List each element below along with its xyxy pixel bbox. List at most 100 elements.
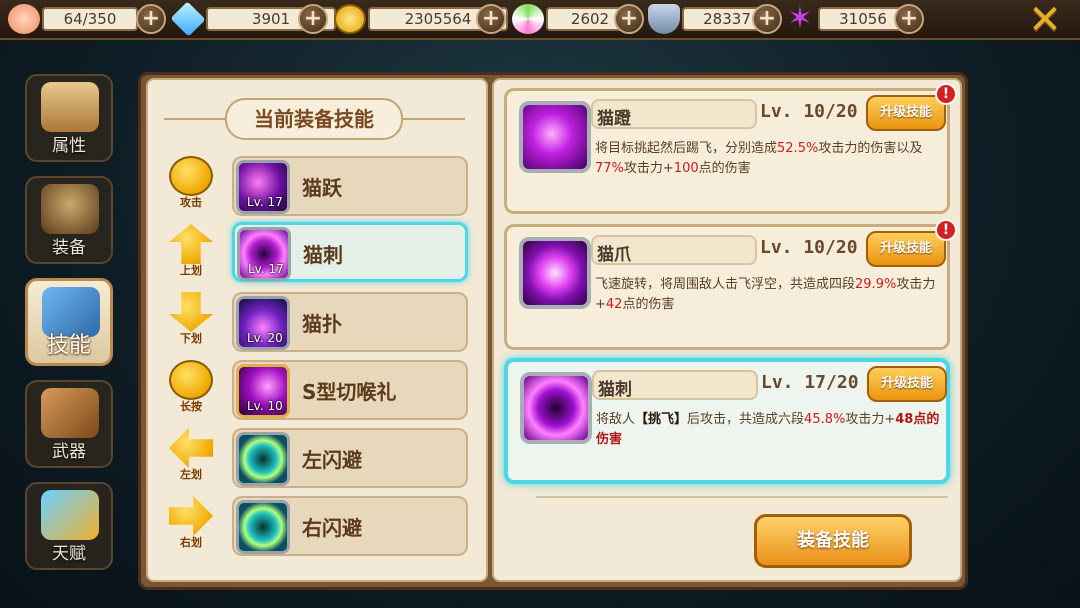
skill-level: Lv. 17 bbox=[247, 195, 283, 209]
trigger-attack: 攻击 bbox=[165, 156, 217, 209]
upgrade-skill-button[interactable]: 升级技能 bbox=[867, 366, 947, 402]
card-description: 将敌人【挑飞】后攻击，共造成六段45.8%攻击力+48点的伤害 bbox=[596, 410, 942, 450]
card-skill-level: Lv. 10/20 bbox=[760, 237, 858, 258]
skill-name: 猫跃 bbox=[302, 176, 342, 200]
scroll-icon bbox=[41, 82, 99, 132]
nav-talents-label: 天赋 bbox=[52, 544, 86, 564]
stamina-resource: 64/350 + bbox=[8, 4, 168, 34]
card-skill-level: Lv. 17/20 bbox=[761, 372, 859, 393]
equipped-skill-row[interactable]: 左闪避 bbox=[232, 428, 468, 488]
desc-text: 点的伤害 bbox=[698, 161, 751, 176]
desc-text: 将目标挑起然后踢飞，分别造成 bbox=[595, 141, 778, 156]
desc-text: 攻击力+ bbox=[845, 412, 896, 427]
skill-vortex-icon: Lv. 17 bbox=[237, 227, 291, 281]
purple-star-icon: ✶ bbox=[787, 1, 813, 36]
card-skill-name: 猫刺 bbox=[598, 380, 632, 400]
divider bbox=[536, 496, 948, 498]
upgrade-skill-button[interactable]: 升级技能 bbox=[866, 95, 946, 131]
desc-value: 52.5% bbox=[777, 141, 819, 156]
desc-text: 点的伤害 bbox=[622, 297, 675, 312]
desc-value: 29.9% bbox=[855, 277, 897, 292]
skill-name: S型切喉礼 bbox=[302, 380, 397, 404]
diamond-icon bbox=[170, 1, 206, 37]
skill-name: 猫扑 bbox=[302, 312, 342, 336]
talent-arrow-icon bbox=[41, 490, 99, 540]
equipped-skill-row[interactable]: 右闪避 bbox=[232, 496, 468, 556]
nav-equipment[interactable]: 装备 bbox=[25, 176, 113, 264]
skill-card[interactable]: 猫蹬 Lv. 10/20 升级技能 ! 将目标挑起然后踢飞，分别造成52.5%攻… bbox=[504, 83, 957, 214]
close-icon[interactable]: ✕ bbox=[1026, 0, 1064, 40]
attack-icon bbox=[169, 156, 213, 196]
desc-text: 将敌人 bbox=[596, 412, 636, 427]
card-description: 将目标挑起然后踢飞，分别造成52.5%攻击力的伤害以及 77%攻击力+100点的伤… bbox=[595, 139, 941, 179]
helmet-icon bbox=[41, 184, 99, 234]
nav-weapons-label: 武器 bbox=[52, 442, 86, 462]
nav-equipment-label: 装备 bbox=[52, 238, 86, 258]
desc-text: 飞速旋转，将周围敌人击飞浮空，共造成四段 bbox=[595, 277, 856, 292]
add-star-button[interactable]: + bbox=[894, 4, 924, 34]
desc-keyword: 【挑飞】 bbox=[635, 412, 688, 427]
desc-value: 42 bbox=[605, 297, 623, 312]
trigger-swipe-right: 右划 bbox=[165, 496, 217, 549]
trigger-label: 左划 bbox=[180, 468, 202, 481]
skill-vortex-icon bbox=[520, 372, 592, 444]
trigger-label: 上划 bbox=[180, 264, 202, 277]
trigger-swipe-left: 左划 bbox=[165, 428, 217, 481]
equipped-skill-row[interactable]: Lv. 10 S型切喉礼 bbox=[232, 360, 468, 420]
trigger-hold: 长按 bbox=[165, 360, 217, 413]
arrow-left-icon bbox=[169, 428, 213, 468]
skill-level: Lv. 10 bbox=[247, 399, 283, 413]
dodge-left-icon bbox=[236, 432, 290, 486]
nav-talents[interactable]: 天赋 bbox=[25, 482, 113, 570]
card-description: 飞速旋转，将周围敌人击飞浮空，共造成四段29.9%攻击力+42点的伤害 bbox=[595, 275, 941, 315]
equip-skill-button[interactable]: 装备技能 bbox=[754, 514, 912, 568]
equipped-skill-row[interactable]: Lv. 17 猫跃 bbox=[232, 156, 468, 216]
trigger-label: 长按 bbox=[180, 400, 202, 413]
skill-name: 右闪避 bbox=[302, 516, 362, 540]
trigger-label: 右划 bbox=[180, 536, 202, 549]
trigger-swipe-up: 上划 bbox=[165, 224, 217, 277]
lollipop-icon bbox=[512, 4, 544, 34]
skill-card-selected[interactable]: 猫刺 Lv. 17/20 升级技能 将敌人【挑飞】后攻击，共造成六段45.8%攻… bbox=[504, 358, 950, 484]
dodge-right-icon bbox=[236, 500, 290, 554]
skill-card[interactable]: 猫爪 Lv. 10/20 升级技能 ! 飞速旋转，将周围敌人击飞浮空，共造成四段… bbox=[504, 219, 957, 350]
title-divider-right bbox=[403, 118, 465, 120]
skill-level: Lv. 20 bbox=[247, 331, 283, 345]
desc-text: 攻击力+ bbox=[623, 161, 674, 176]
add-diamond-button[interactable]: + bbox=[298, 4, 328, 34]
nav-weapons[interactable]: 武器 bbox=[25, 380, 113, 468]
nav-skills[interactable]: 技能 bbox=[25, 278, 113, 366]
add-coin-button[interactable]: + bbox=[476, 4, 506, 34]
desc-value: 45.8% bbox=[804, 412, 846, 427]
section-title: 当前装备技能 bbox=[225, 98, 403, 140]
bow-icon bbox=[41, 388, 99, 438]
equipped-skill-row-selected[interactable]: Lv. 17 猫刺 bbox=[232, 222, 468, 282]
trigger-label: 下划 bbox=[180, 332, 202, 345]
nav-attributes[interactable]: 属性 bbox=[25, 74, 113, 162]
skill-name: 左闪避 bbox=[302, 448, 362, 472]
nav-skills-label: 技能 bbox=[46, 333, 91, 358]
add-candy-button[interactable]: + bbox=[614, 4, 644, 34]
desc-value: 77% bbox=[595, 161, 624, 176]
trigger-swipe-down: 下划 bbox=[165, 292, 217, 345]
badge-icon bbox=[648, 4, 680, 34]
alert-icon: ! bbox=[935, 83, 957, 105]
coin-icon bbox=[334, 4, 366, 34]
trigger-label: 攻击 bbox=[180, 196, 202, 209]
resource-bar: 64/350 + 3901 + 2305564 + 2602 + 28337 +… bbox=[0, 0, 1080, 40]
title-divider-left bbox=[164, 118, 226, 120]
add-badge-button[interactable]: + bbox=[752, 4, 782, 34]
arrow-right-icon bbox=[169, 496, 213, 536]
add-stamina-button[interactable]: + bbox=[136, 4, 166, 34]
upgrade-skill-button[interactable]: 升级技能 bbox=[866, 231, 946, 267]
skill-swirl-icon: Lv. 17 bbox=[236, 160, 290, 214]
desc-text: 攻击力的伤害以及 bbox=[818, 141, 923, 156]
skill-name: 猫刺 bbox=[303, 243, 343, 267]
skill-level: Lv. 17 bbox=[248, 262, 284, 276]
peach-icon bbox=[8, 4, 40, 34]
skill-claw-icon bbox=[519, 237, 591, 309]
badge-resource: 28337 + bbox=[648, 4, 788, 34]
card-skill-name: 猫爪 bbox=[597, 245, 631, 265]
skill-slash-icon: Lv. 10 bbox=[236, 364, 290, 418]
equipped-skill-row[interactable]: Lv. 20 猫扑 bbox=[232, 292, 468, 352]
